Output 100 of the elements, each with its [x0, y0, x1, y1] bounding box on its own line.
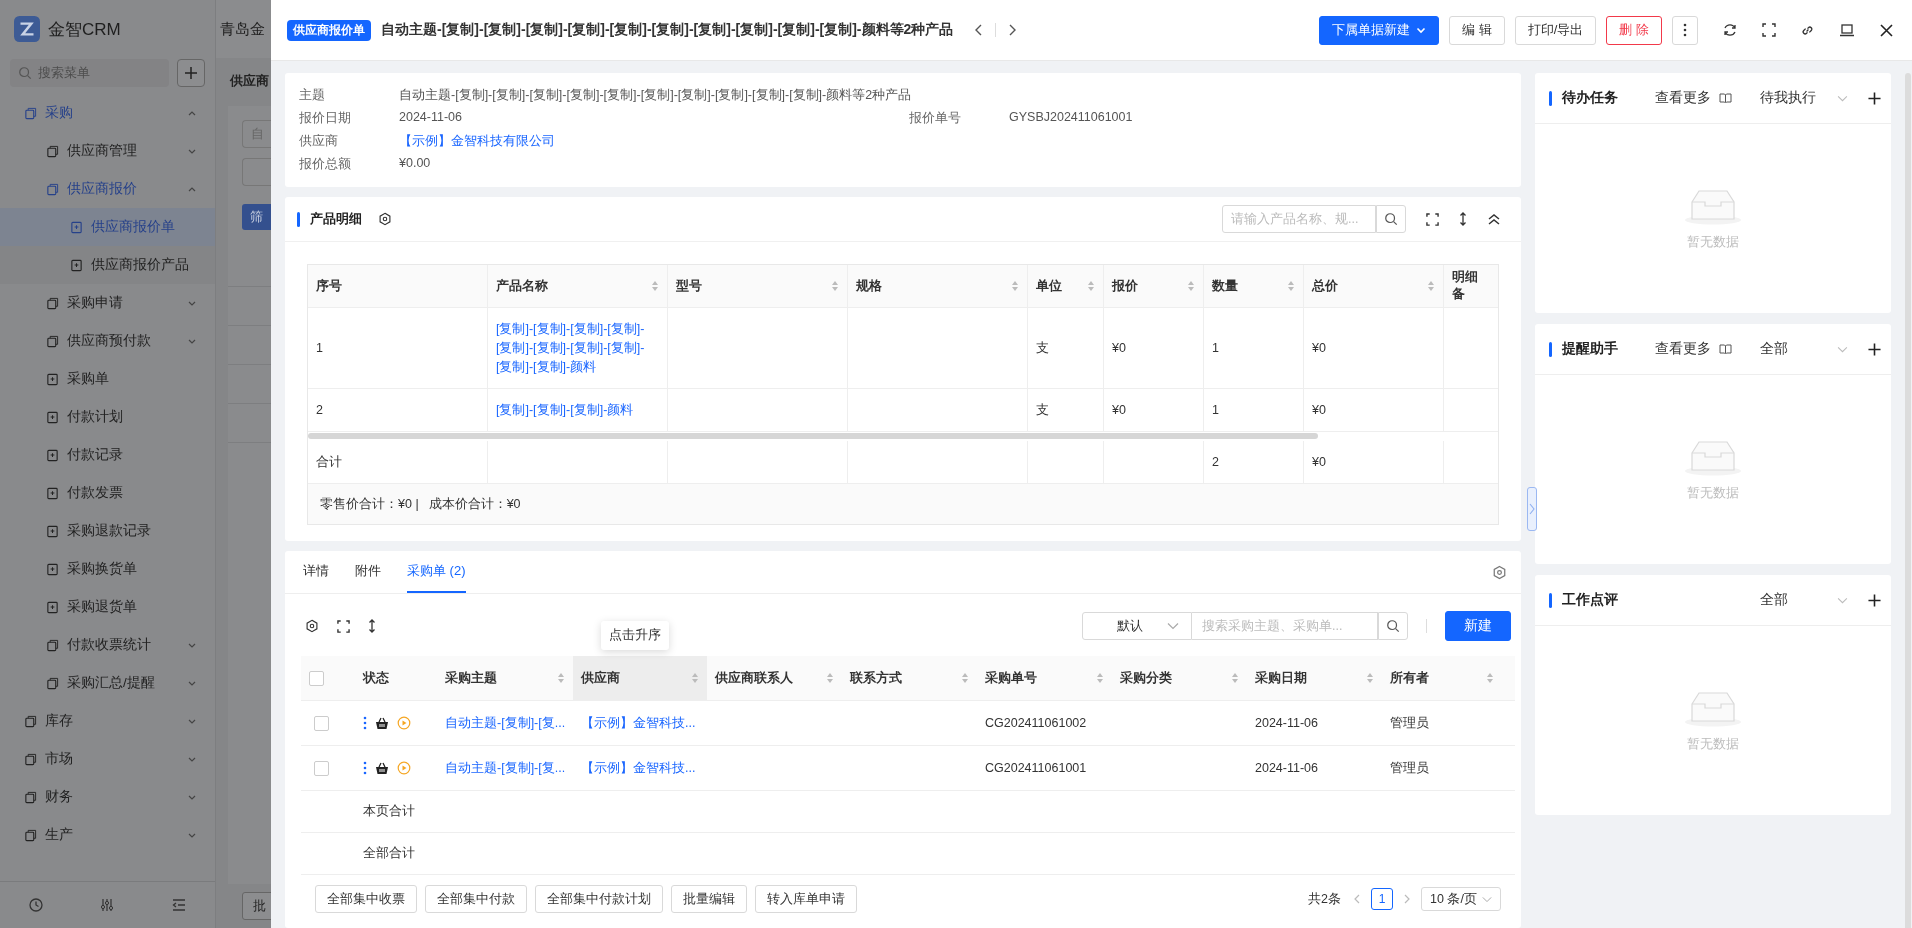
- fullscreen-icon[interactable]: [337, 619, 350, 633]
- menu-item[interactable]: 付款记录: [0, 436, 215, 474]
- sliders-icon[interactable]: [99, 897, 116, 913]
- view-more-link[interactable]: 查看更多: [1655, 89, 1711, 107]
- sort-icon[interactable]: [1231, 672, 1239, 684]
- sort-icon[interactable]: [831, 280, 839, 292]
- menu-item[interactable]: 生产: [0, 816, 215, 854]
- record-link[interactable]: 自动主题-[复制]-[复...: [445, 714, 566, 732]
- laptop-icon[interactable]: [1839, 22, 1855, 38]
- settings-icon[interactable]: [378, 212, 392, 226]
- page-size-select[interactable]: 10 条/页: [1421, 887, 1501, 911]
- supplier-link[interactable]: 【示例】金智科技有限公司: [399, 133, 555, 150]
- filter-select[interactable]: 待我执行: [1760, 89, 1848, 107]
- sort-icon[interactable]: [1087, 280, 1095, 292]
- menu-item[interactable]: 采购退货单: [0, 588, 215, 626]
- settings-icon[interactable]: [305, 619, 319, 633]
- row-height-icon[interactable]: [368, 619, 376, 633]
- menu-item[interactable]: 供应商报价产品: [0, 246, 215, 284]
- search-button[interactable]: [1376, 205, 1406, 233]
- action-button[interactable]: 编 辑: [1449, 15, 1505, 45]
- previous-page-icon[interactable]: [1353, 894, 1361, 904]
- menu-item[interactable]: 采购单: [0, 360, 215, 398]
- scrollbar[interactable]: [308, 433, 1318, 439]
- more-icon[interactable]: [363, 761, 367, 775]
- menu-item[interactable]: 供应商报价: [0, 170, 215, 208]
- menu-item[interactable]: 供应商报价单: [0, 208, 215, 246]
- bulk-action-button[interactable]: 全部集中付款计划: [535, 885, 663, 913]
- bulk-action-button[interactable]: 转入库单申请: [755, 885, 857, 913]
- record-link[interactable]: 自动主题-[复制]-[复...: [445, 759, 566, 777]
- next-page-icon[interactable]: [1403, 894, 1411, 904]
- field-label: 报价日期: [299, 110, 352, 127]
- checkbox[interactable]: [313, 715, 329, 731]
- record-link[interactable]: 【示例】金智科技...: [581, 714, 696, 732]
- menu-item[interactable]: 采购退款记录: [0, 512, 215, 550]
- action-button[interactable]: 删 除: [1606, 15, 1662, 45]
- fullscreen-icon[interactable]: [1762, 23, 1776, 37]
- table-cell: ¥0: [1312, 341, 1326, 355]
- filter-select[interactable]: 全部: [1760, 591, 1848, 609]
- menu-item[interactable]: 市场: [0, 740, 215, 778]
- sort-icon[interactable]: [651, 280, 659, 292]
- sort-icon[interactable]: [826, 672, 834, 684]
- menu-item[interactable]: 供应商管理: [0, 132, 215, 170]
- product-link[interactable]: [复制]-[复制]-[复制]-[复制]-[复制]-[复制]-[复制]-[复制]-[复制]-[复制]-颜料: [496, 319, 659, 377]
- menu-item[interactable]: 付款发票: [0, 474, 215, 512]
- menu-item[interactable]: 采购申请: [0, 284, 215, 322]
- menu-item[interactable]: 供应商预付款: [0, 322, 215, 360]
- sort-icon[interactable]: [557, 672, 565, 684]
- sort-icon[interactable]: [1187, 280, 1195, 292]
- row-height-icon[interactable]: [1459, 212, 1467, 226]
- menu-item[interactable]: 采购汇总/提醒: [0, 664, 215, 702]
- sort-icon[interactable]: [1287, 280, 1295, 292]
- menu-item[interactable]: 采购换货单: [0, 550, 215, 588]
- tab[interactable]: 附件: [355, 551, 381, 593]
- view-select[interactable]: 默认: [1082, 612, 1192, 640]
- more-button[interactable]: [1672, 15, 1698, 45]
- add-button[interactable]: [177, 59, 205, 87]
- collapse-handle[interactable]: [1527, 487, 1537, 531]
- checkbox[interactable]: [313, 760, 329, 776]
- bulk-action-button[interactable]: 全部集中收票: [315, 885, 417, 913]
- menu-item[interactable]: 库存: [0, 702, 215, 740]
- collapse-menu-icon[interactable]: [171, 897, 188, 913]
- record-link[interactable]: 【示例】金智科技...: [581, 759, 696, 777]
- sort-icon[interactable]: [1366, 672, 1374, 684]
- sort-icon[interactable]: [961, 672, 969, 684]
- filter-button[interactable]: 筛: [242, 204, 271, 230]
- history-icon[interactable]: [27, 897, 44, 913]
- tab[interactable]: 详情: [303, 551, 329, 593]
- product-link[interactable]: [复制]-[复制]-[复制]-颜料: [496, 400, 634, 420]
- bulk-action-button[interactable]: 批量编辑: [671, 885, 747, 913]
- play-icon[interactable]: [397, 761, 411, 775]
- sort-icon[interactable]: [1096, 672, 1104, 684]
- close-icon[interactable]: [1879, 22, 1894, 38]
- action-button[interactable]: 下属单据新建: [1319, 15, 1440, 45]
- sort-icon[interactable]: [691, 672, 699, 684]
- menu-item[interactable]: 付款收票统计: [0, 626, 215, 664]
- action-button[interactable]: 打印/导出: [1514, 15, 1597, 45]
- more-icon[interactable]: [363, 716, 367, 730]
- plus-icon[interactable]: [1868, 342, 1881, 356]
- menu-item[interactable]: 财务: [0, 778, 215, 816]
- tab[interactable]: 采购单 (2): [407, 551, 466, 593]
- menu-item[interactable]: 付款计划: [0, 398, 215, 436]
- checkbox[interactable]: [309, 670, 324, 686]
- view-more-link[interactable]: 查看更多: [1655, 340, 1711, 358]
- collapse-icon[interactable]: [1487, 212, 1501, 226]
- search-button[interactable]: [1378, 612, 1408, 640]
- bulk-action-button[interactable]: 全部集中付款: [425, 885, 527, 913]
- page-button[interactable]: 1: [1371, 888, 1393, 910]
- bulk-button[interactable]: 批: [242, 892, 271, 920]
- play-icon[interactable]: [397, 716, 411, 730]
- sort-icon[interactable]: [1011, 280, 1019, 292]
- new-button[interactable]: 新建: [1445, 611, 1511, 641]
- plus-icon[interactable]: [1868, 91, 1881, 105]
- refresh-icon[interactable]: [1722, 22, 1738, 38]
- plus-icon[interactable]: [1868, 593, 1881, 607]
- filter-select[interactable]: 全部: [1760, 340, 1848, 358]
- menu-item[interactable]: 采购: [0, 94, 215, 132]
- fullscreen-icon[interactable]: [1426, 212, 1439, 226]
- sort-icon[interactable]: [1427, 280, 1435, 292]
- scrollbar[interactable]: [1905, 73, 1911, 928]
- sort-icon[interactable]: [1486, 672, 1494, 684]
